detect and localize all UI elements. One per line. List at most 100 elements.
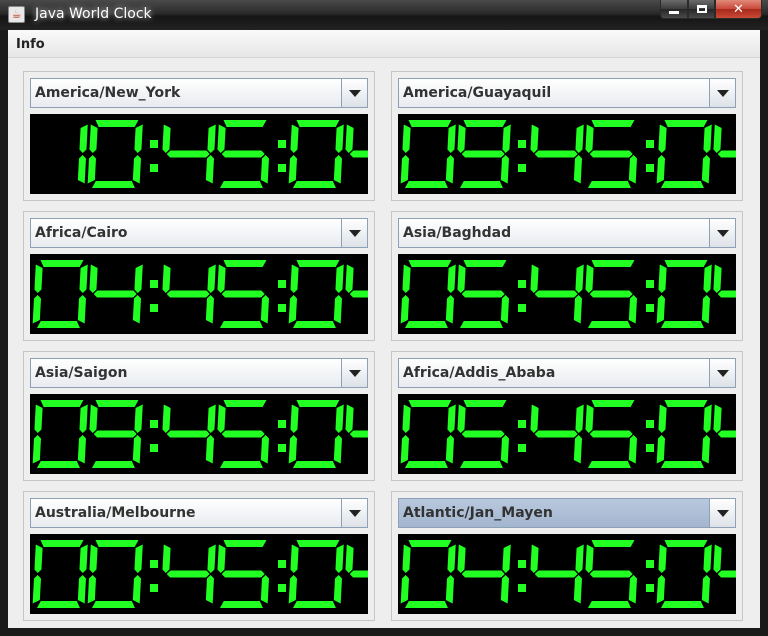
digit-4 xyxy=(345,124,368,158)
segment-g xyxy=(166,570,210,578)
segment-c xyxy=(132,295,141,324)
segment-f xyxy=(34,264,43,293)
segment-f xyxy=(658,544,667,573)
segment-c xyxy=(445,575,454,604)
segment-a xyxy=(664,540,708,547)
segment-c xyxy=(500,295,509,324)
segment-d xyxy=(660,321,704,328)
digit-5 xyxy=(585,260,637,328)
segment-a xyxy=(40,400,84,407)
dropdown-button[interactable] xyxy=(341,359,367,387)
segment-g xyxy=(349,290,368,298)
digit-0 xyxy=(656,120,712,188)
digit-0 xyxy=(288,120,344,188)
segment-g xyxy=(461,430,505,438)
java-cup-icon[interactable]: ☕ xyxy=(8,6,25,23)
segment-c xyxy=(77,155,86,184)
digital-clock-display xyxy=(398,254,736,334)
timezone-dropdown[interactable]: Atlantic/Jan_Mayen xyxy=(398,498,736,528)
maximize-button[interactable] xyxy=(688,0,715,19)
segment-d xyxy=(404,601,448,608)
digit-4 xyxy=(345,264,368,298)
segment-g xyxy=(349,430,368,438)
minimize-button[interactable] xyxy=(660,0,688,19)
segment-f xyxy=(585,544,594,573)
timezone-value: America/New_York xyxy=(35,85,181,101)
timezone-dropdown[interactable]: Africa/Cairo xyxy=(30,218,368,248)
segment-f xyxy=(402,404,411,433)
segment-g xyxy=(221,150,265,158)
segment-b xyxy=(207,124,216,153)
segment-f xyxy=(530,264,539,293)
segment-c xyxy=(701,575,710,604)
segment-a xyxy=(296,400,340,407)
segment-g xyxy=(221,430,265,438)
segment-c xyxy=(260,295,269,324)
dropdown-button[interactable] xyxy=(709,79,735,107)
digit-0 xyxy=(87,120,143,188)
segment-d xyxy=(660,181,704,188)
dropdown-button[interactable] xyxy=(341,219,367,247)
segment-f xyxy=(217,264,226,293)
clock-panel: America/Guayaquil xyxy=(391,71,743,201)
colon-dot xyxy=(646,560,654,568)
segment-f xyxy=(162,124,171,153)
segment-f xyxy=(290,404,299,433)
close-button[interactable]: ✕ xyxy=(715,0,762,19)
segment-e xyxy=(288,575,297,604)
digit-0 xyxy=(32,400,88,468)
segment-f xyxy=(530,404,539,433)
colon-dot xyxy=(518,420,526,428)
segment-e xyxy=(32,435,41,464)
segment-c xyxy=(573,435,582,464)
timezone-dropdown[interactable]: Australia/Melbourne xyxy=(30,498,368,528)
segment-g xyxy=(534,430,578,438)
segment-a xyxy=(408,120,452,127)
digit-9 xyxy=(457,120,511,188)
segment-g xyxy=(461,290,505,298)
digit-1 xyxy=(77,124,88,184)
timezone-dropdown[interactable]: America/Guayaquil xyxy=(398,78,736,108)
segment-b xyxy=(79,404,88,433)
digit-0 xyxy=(32,260,88,328)
timezone-dropdown[interactable]: Asia/Saigon xyxy=(30,358,368,388)
timezone-dropdown[interactable]: America/New_York xyxy=(30,78,368,108)
timezone-dropdown[interactable]: Africa/Addis_Ababa xyxy=(398,358,736,388)
segment-f xyxy=(713,544,722,573)
digit-0 xyxy=(656,260,712,328)
segment-b xyxy=(575,264,584,293)
segment-g xyxy=(717,430,736,438)
clock-panel: Asia/Baghdad xyxy=(391,211,743,341)
digit-4 xyxy=(713,264,736,298)
segment-f xyxy=(89,544,98,573)
digit-0 xyxy=(400,260,456,328)
dropdown-button[interactable] xyxy=(709,499,735,527)
window-title: Java World Clock xyxy=(35,6,152,22)
digit-4 xyxy=(530,124,584,184)
menu-info[interactable]: Info xyxy=(16,37,45,52)
colon-dot xyxy=(278,444,286,452)
colon-dot xyxy=(518,164,526,172)
chevron-down-icon xyxy=(716,89,729,97)
segment-a xyxy=(40,260,84,267)
digital-clock-display xyxy=(398,394,736,474)
segment-d xyxy=(91,601,135,608)
timezone-dropdown[interactable]: Asia/Baghdad xyxy=(398,218,736,248)
digit-4 xyxy=(530,264,584,324)
dropdown-button[interactable] xyxy=(341,79,367,107)
colon-dot xyxy=(646,584,654,592)
segment-f xyxy=(345,404,354,433)
dropdown-button[interactable] xyxy=(709,219,735,247)
timezone-value: Africa/Cairo xyxy=(35,225,128,241)
dropdown-button[interactable] xyxy=(341,499,367,527)
segment-e xyxy=(656,295,665,324)
chevron-down-icon xyxy=(348,89,361,97)
segment-f xyxy=(713,264,722,293)
dropdown-button[interactable] xyxy=(709,359,735,387)
colon-dot xyxy=(646,304,654,312)
digital-clock-display xyxy=(30,254,368,334)
clock-panel: Africa/Cairo xyxy=(23,211,375,341)
segment-e xyxy=(656,435,665,464)
segment-d xyxy=(459,461,503,468)
segment-d xyxy=(292,461,336,468)
